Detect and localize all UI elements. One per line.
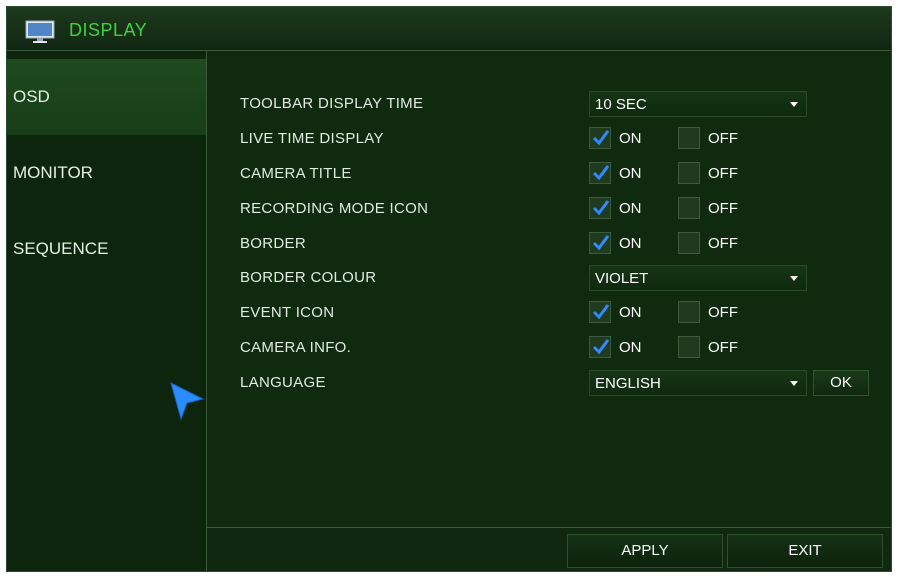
camera-info-off-checkbox[interactable] (678, 336, 700, 358)
off-label: OFF (708, 304, 738, 321)
on-label: ON (619, 165, 642, 182)
checkmark-icon (592, 339, 610, 355)
toolbar-display-time-dropdown[interactable]: 10 SEC (589, 91, 807, 117)
setting-row-camera-info: CAMERA INFO. ON OFF (207, 335, 891, 365)
checkmark-icon (592, 235, 610, 251)
setting-label: BORDER (240, 235, 306, 252)
display-settings-window: DISPLAY OSD MONITOR SEQUENCE TOOLBAR DIS… (6, 6, 892, 572)
setting-row-live-time-display: LIVE TIME DISPLAY ON OFF (207, 126, 891, 156)
on-label: ON (619, 130, 642, 147)
recording-mode-icon-on-checkbox[interactable] (589, 197, 611, 219)
exit-button[interactable]: EXIT (727, 534, 883, 568)
window-title: DISPLAY (69, 20, 148, 40)
off-label: OFF (708, 339, 738, 356)
checkmark-icon (592, 304, 610, 320)
mouse-cursor-icon (170, 382, 205, 421)
on-label: ON (619, 339, 642, 356)
dropdown-value: VIOLET (595, 270, 649, 287)
setting-label: CAMERA INFO. (240, 339, 352, 356)
setting-row-event-icon: EVENT ICON ON OFF (207, 300, 891, 330)
apply-button[interactable]: APPLY (567, 534, 723, 568)
sidebar-item-sequence[interactable]: SEQUENCE (7, 211, 206, 287)
live-time-display-off-checkbox[interactable] (678, 127, 700, 149)
setting-label: LIVE TIME DISPLAY (240, 130, 384, 147)
dropdown-value: ENGLISH (595, 375, 661, 392)
footer-bar: APPLY EXIT (207, 527, 891, 571)
setting-label: LANGUAGE (240, 374, 326, 391)
off-label: OFF (708, 165, 738, 182)
off-label: OFF (708, 130, 738, 147)
settings-panel: TOOLBAR DISPLAY TIME 10 SEC LIVE TIME DI… (207, 51, 891, 527)
setting-label: RECORDING MODE ICON (240, 200, 429, 217)
checkmark-icon (592, 165, 610, 181)
sidebar: OSD MONITOR SEQUENCE (7, 51, 207, 571)
setting-row-camera-title: CAMERA TITLE ON OFF (207, 161, 891, 191)
off-label: OFF (708, 200, 738, 217)
caret-down-icon (790, 276, 798, 281)
setting-row-border: BORDER ON OFF (207, 231, 891, 261)
recording-mode-icon-off-checkbox[interactable] (678, 197, 700, 219)
border-colour-dropdown[interactable]: VIOLET (589, 265, 807, 291)
sidebar-item-osd[interactable]: OSD (7, 59, 206, 135)
setting-row-border-colour: BORDER COLOUR VIOLET (207, 265, 891, 295)
dropdown-value: 10 SEC (595, 96, 647, 113)
setting-row-language: LANGUAGE ENGLISH OK (207, 370, 891, 400)
camera-title-off-checkbox[interactable] (678, 162, 700, 184)
language-dropdown[interactable]: ENGLISH (589, 370, 807, 396)
on-label: ON (619, 200, 642, 217)
setting-row-toolbar-display-time: TOOLBAR DISPLAY TIME 10 SEC (207, 91, 891, 121)
setting-label: CAMERA TITLE (240, 165, 352, 182)
off-label: OFF (708, 235, 738, 252)
camera-title-on-checkbox[interactable] (589, 162, 611, 184)
border-off-checkbox[interactable] (678, 232, 700, 254)
setting-label: TOOLBAR DISPLAY TIME (240, 95, 424, 112)
border-on-checkbox[interactable] (589, 232, 611, 254)
on-label: ON (619, 304, 642, 321)
setting-label: BORDER COLOUR (240, 269, 377, 286)
caret-down-icon (790, 381, 798, 386)
on-label: ON (619, 235, 642, 252)
checkmark-icon (592, 130, 610, 146)
title-bar: DISPLAY (7, 7, 891, 51)
event-icon-on-checkbox[interactable] (589, 301, 611, 323)
setting-row-recording-mode-icon: RECORDING MODE ICON ON OFF (207, 196, 891, 226)
monitor-icon (25, 20, 55, 43)
camera-info-on-checkbox[interactable] (589, 336, 611, 358)
sidebar-item-monitor[interactable]: MONITOR (7, 135, 206, 211)
checkmark-icon (592, 200, 610, 216)
event-icon-off-checkbox[interactable] (678, 301, 700, 323)
ok-button[interactable]: OK (813, 370, 869, 396)
live-time-display-on-checkbox[interactable] (589, 127, 611, 149)
setting-label: EVENT ICON (240, 304, 335, 321)
caret-down-icon (790, 102, 798, 107)
